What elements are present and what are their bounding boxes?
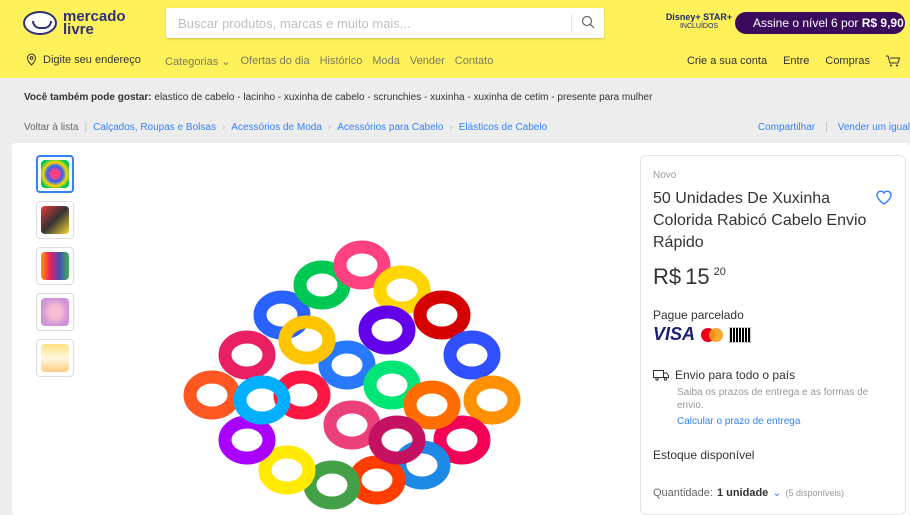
breadcrumb-chevron-icon: › <box>327 122 332 133</box>
breadcrumb-chevron-icon: › <box>221 122 226 133</box>
breadcrumb-divider: | <box>84 122 88 133</box>
thumbnail-gallery <box>36 155 74 385</box>
search-bar <box>166 8 604 38</box>
menu-item-moda[interactable]: Moda <box>372 55 400 68</box>
address-selector[interactable]: Digite seu endereço <box>26 53 141 66</box>
truck-icon <box>653 370 669 381</box>
cart-icon[interactable] <box>886 55 900 67</box>
calculate-delivery-link[interactable]: Calcular o prazo de entrega <box>677 416 800 427</box>
subscription-promo-button[interactable]: Assine o nível 6 por R$ 9,90 <box>735 12 905 34</box>
quantity-selector[interactable]: Quantidade: 1 unidade ⌄ (5 disponíveis) <box>653 486 845 500</box>
menu-item-historico[interactable]: Histórico <box>320 55 363 68</box>
mercado-livre-logo[interactable]: mercado livre <box>23 7 133 39</box>
mastercard-icon <box>701 327 724 342</box>
boleto-icon <box>729 326 752 343</box>
menu-item-contato[interactable]: Contato <box>455 55 494 68</box>
shipping-description: Saiba os prazos de entrega e as formas d… <box>677 387 869 411</box>
sell-similar-link[interactable]: Vender um igual <box>838 122 910 133</box>
quantity-available: (5 disponíveis) <box>785 487 845 498</box>
search-button[interactable] <box>576 10 602 36</box>
product-card: Novo 50 Unidades De Xuxinha Colorida Rab… <box>12 143 910 515</box>
heart-icon[interactable] <box>875 188 893 206</box>
search-icon <box>581 15 595 29</box>
account-links: Crie a sua conta Entre Compras <box>687 55 900 67</box>
thumbnail-2[interactable] <box>36 201 74 239</box>
chevron-down-icon: ⌄ <box>221 56 231 68</box>
promo-price: R$ 9,90 <box>861 16 904 30</box>
thumbnail-1[interactable] <box>36 155 74 193</box>
price-cents: 20 <box>713 266 726 278</box>
share-link[interactable]: Compartilhar <box>758 122 815 133</box>
related-searches: Você também pode gostar: elastico de cab… <box>24 92 652 103</box>
price-currency: R$ <box>653 264 682 289</box>
address-label: Digite seu endereço <box>43 53 141 66</box>
thumbnail-4[interactable] <box>36 293 74 331</box>
condition-label: Novo <box>653 170 677 181</box>
buy-box: Novo 50 Unidades De Xuxinha Colorida Rab… <box>640 155 906 515</box>
related-terms[interactable]: elastico de cabelo - lacinho - xuxinha d… <box>152 92 652 103</box>
chevron-down-icon: ⌄ <box>772 487 782 499</box>
breadcrumb-item-elasticos[interactable]: Elásticos de Cabelo <box>459 122 547 133</box>
disney-brand-text: Disney+ STAR+ <box>665 12 733 22</box>
breadcrumb-item-acessorios-moda[interactable]: Acessórios de Moda <box>231 122 322 133</box>
login-link[interactable]: Entre <box>783 55 809 67</box>
handshake-logo-icon <box>23 11 57 35</box>
share-links: Compartilhar | Vender um igual <box>758 122 910 133</box>
create-account-link[interactable]: Crie a sua conta <box>687 55 767 67</box>
search-divider <box>571 14 572 32</box>
thumbnail-5[interactable] <box>36 339 74 377</box>
purchases-link[interactable]: Compras <box>825 55 870 67</box>
header: mercado livre Disney+ STAR+ INCLUÍDOS As… <box>0 0 910 78</box>
product-image[interactable] <box>152 195 542 515</box>
share-divider: | <box>825 122 828 133</box>
menu-categories-label: Categorias <box>165 56 219 68</box>
navigation-bar: Digite seu endereço Categorias ⌄ Ofertas… <box>0 50 910 72</box>
breadcrumb-item-acessorios-cabelo[interactable]: Acessórios para Cabelo <box>337 122 443 133</box>
shipping-info: Envio para todo o país <box>653 368 795 382</box>
product-title: 50 Unidades De Xuxinha Colorida Rabicó C… <box>653 190 867 251</box>
thumbnail-3[interactable] <box>36 247 74 285</box>
disney-star-banner[interactable]: Disney+ STAR+ INCLUÍDOS <box>664 12 734 38</box>
location-pin-icon <box>26 53 37 66</box>
quantity-label: Quantidade: <box>653 486 713 499</box>
menu-item-ofertas[interactable]: Ofertas do dia <box>240 55 309 68</box>
payment-methods[interactable]: VISA <box>653 324 752 345</box>
related-label: Você também pode gostar: <box>24 92 152 103</box>
disney-sub-text: INCLUÍDOS <box>679 23 719 30</box>
search-input[interactable] <box>178 14 558 32</box>
stock-status: Estoque disponível <box>653 448 755 462</box>
visa-logo: VISA <box>653 324 696 344</box>
breadcrumb-chevron-icon: › <box>449 122 453 133</box>
breadcrumb: Voltar à lista | Calçados, Roupas e Bols… <box>24 122 547 133</box>
price-integer: 15 <box>685 264 710 289</box>
product-price: R$ 15 20 <box>653 264 726 290</box>
installments-label: Pague parcelado <box>653 308 744 322</box>
menu-item-vender[interactable]: Vender <box>410 55 445 68</box>
main-menu: Categorias ⌄ Ofertas do dia Histórico Mo… <box>165 55 493 68</box>
menu-categories[interactable]: Categorias ⌄ <box>165 55 230 68</box>
back-to-list-link[interactable]: Voltar à lista <box>24 122 78 133</box>
shipping-title: Envio para todo o país <box>675 368 796 382</box>
breadcrumb-item-calcados[interactable]: Calçados, Roupas e Bolsas <box>93 122 216 133</box>
promo-text: Assine o nível 6 por <box>753 16 862 30</box>
quantity-value: 1 unidade <box>716 486 769 499</box>
